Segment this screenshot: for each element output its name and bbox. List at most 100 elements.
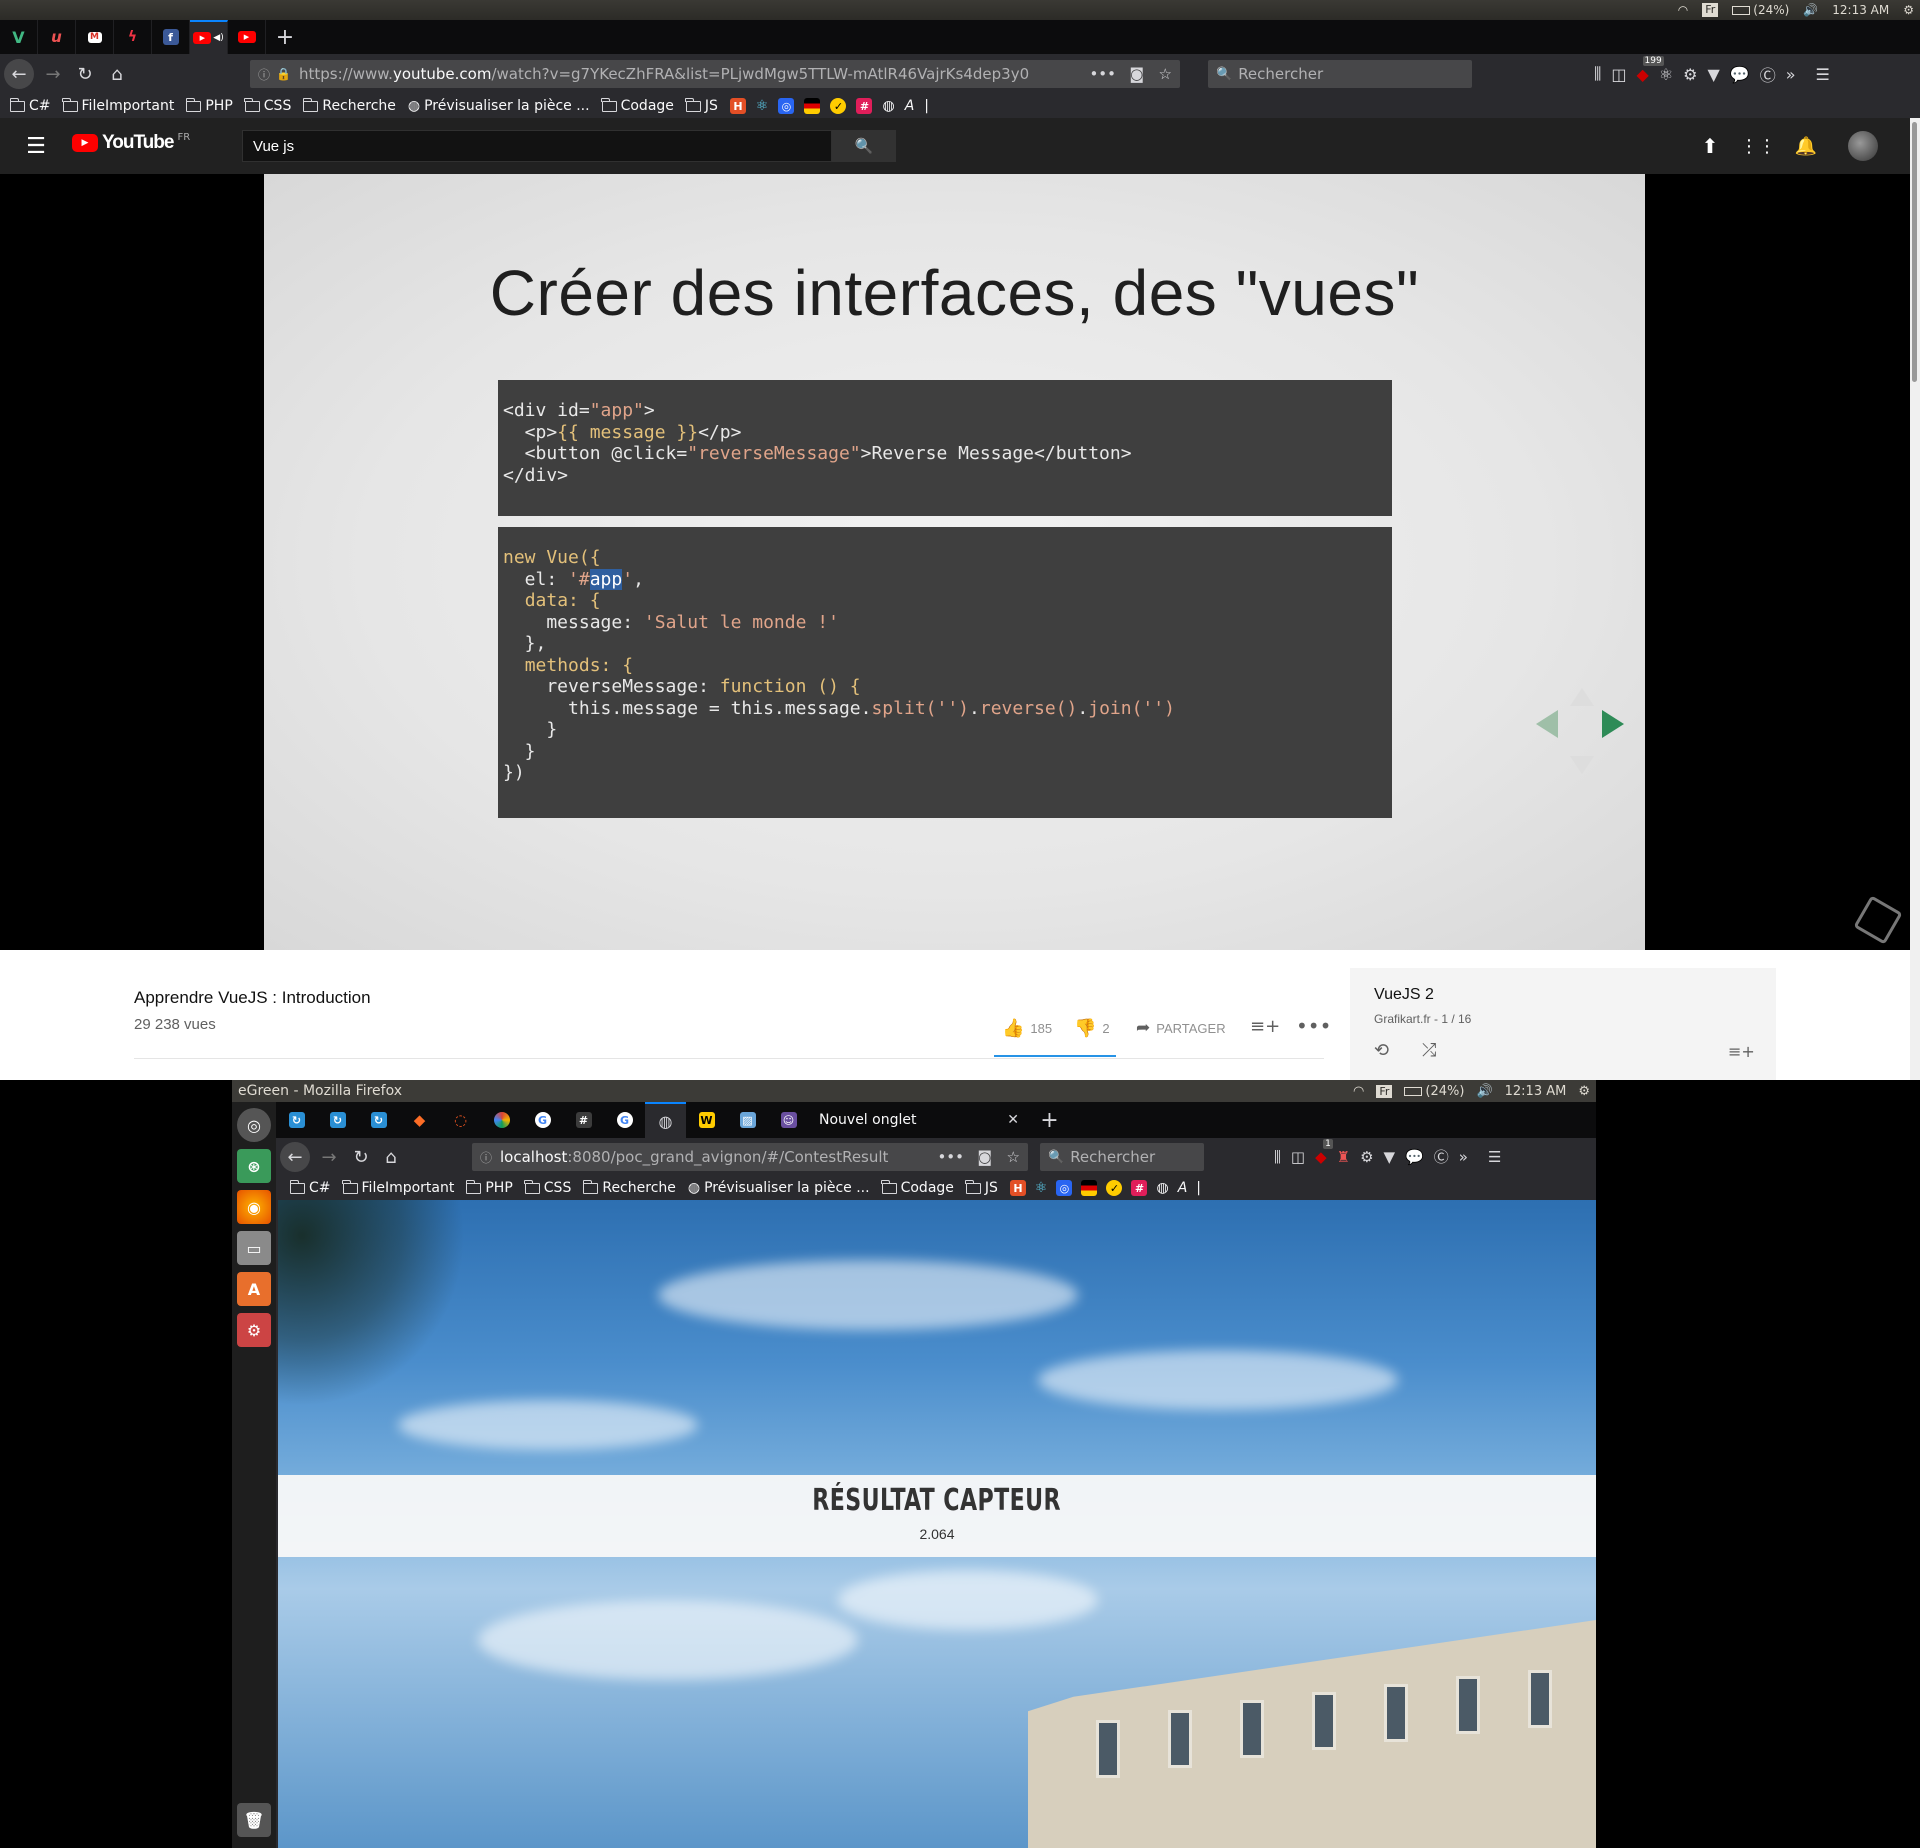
- menu-icon[interactable]: ☰: [1816, 65, 1830, 84]
- shuffle-icon[interactable]: ⤮: [1422, 1040, 1436, 1061]
- keyboard-layout[interactable]: Fr: [1376, 1084, 1393, 1098]
- more-actions-icon[interactable]: •••: [1296, 1014, 1331, 1038]
- url-bar[interactable]: ⓘ 🔒 https://www.youtube.com/watch?v=g7YK…: [250, 60, 1180, 88]
- apps-grid-icon[interactable]: ⋮⋮: [1740, 132, 1776, 160]
- menu-icon[interactable]: ☰: [1488, 1148, 1501, 1166]
- like-button[interactable]: 👍 185: [1002, 1018, 1052, 1039]
- bookmark-folder[interactable]: Recherche: [582, 1179, 676, 1196]
- tab-udemy[interactable]: u: [38, 20, 76, 54]
- info-icon[interactable]: ⓘ: [258, 66, 270, 83]
- tab-chrome[interactable]: [481, 1102, 522, 1138]
- playlist-title[interactable]: VueJS 2: [1374, 986, 1434, 1004]
- tab-globe[interactable]: ◍: [645, 1102, 686, 1138]
- grammarly-icon[interactable]: Ⓒ: [1760, 62, 1776, 86]
- chat-icon[interactable]: 💬: [1730, 65, 1750, 84]
- tab-new-tab-active[interactable]: Nouvel onglet ✕: [809, 1102, 1029, 1138]
- bookmark-link[interactable]: ◍ Prévisualiser la pièce ...: [688, 1180, 870, 1196]
- reload-button[interactable]: ↻: [70, 59, 100, 89]
- hash-icon[interactable]: #: [1131, 1180, 1148, 1196]
- home-button[interactable]: ⌂: [102, 59, 132, 89]
- back-button[interactable]: ←: [280, 1142, 310, 1172]
- new-tab-button[interactable]: +: [266, 20, 304, 54]
- gear-icon[interactable]: ⚙: [1903, 3, 1914, 17]
- grammarly-icon[interactable]: Ⓒ: [1434, 1146, 1449, 1167]
- wifi-icon[interactable]: ◠: [1678, 3, 1688, 17]
- tab-facebook[interactable]: f: [152, 20, 190, 54]
- tab-avatar[interactable]: ☺: [768, 1102, 809, 1138]
- script-icon[interactable]: A: [1178, 1180, 1188, 1196]
- volume-icon[interactable]: 🔊: [1803, 3, 1818, 17]
- home-button[interactable]: ⌂: [376, 1142, 406, 1172]
- flag-icon[interactable]: [1081, 1180, 1098, 1196]
- audio-playing-icon[interactable]: ◀): [213, 33, 223, 43]
- bookmark-star-icon[interactable]: ☆: [1007, 1148, 1020, 1166]
- keyboard-layout[interactable]: Fr: [1702, 3, 1719, 17]
- battery-indicator[interactable]: (24%): [1732, 3, 1789, 17]
- bookmark-folder[interactable]: PHP: [465, 1179, 513, 1196]
- battery-indicator[interactable]: (24%): [1404, 1084, 1464, 1099]
- slide-nav-down-icon[interactable]: [1570, 756, 1594, 774]
- tab-image[interactable]: ▨: [727, 1102, 768, 1138]
- sidebar-icon[interactable]: ◫: [1611, 65, 1626, 84]
- app-launcher-icon[interactable]: ⊛: [237, 1149, 271, 1183]
- page-actions-icon[interactable]: •••: [937, 1148, 964, 1166]
- bookmark-folder[interactable]: Recherche: [302, 97, 396, 114]
- forward-button[interactable]: →: [314, 1142, 344, 1172]
- chat-icon[interactable]: 💬: [1405, 1148, 1424, 1166]
- bookmark-folder[interactable]: CSS: [244, 97, 291, 114]
- css-bookmark-icon[interactable]: ◎: [778, 98, 795, 114]
- overflow-icon[interactable]: »: [1459, 1148, 1468, 1166]
- settings-icon[interactable]: ⚙: [1683, 65, 1697, 84]
- bookmark-folder[interactable]: C#: [9, 97, 51, 114]
- tab-vue[interactable]: V: [0, 20, 38, 54]
- tab-google-2[interactable]: G: [604, 1102, 645, 1138]
- bookmark-folder[interactable]: JS: [685, 97, 718, 114]
- css-bookmark-icon[interactable]: ◎: [1056, 1180, 1073, 1196]
- volume-icon[interactable]: 🔊: [1476, 1084, 1492, 1099]
- system-settings-icon[interactable]: ⚙: [237, 1313, 271, 1347]
- bookmark-folder[interactable]: FileImportant: [342, 1179, 454, 1196]
- clock[interactable]: 12:13 AM: [1505, 1084, 1567, 1099]
- extension-icon[interactable]: ♜: [1337, 1148, 1350, 1166]
- forward-button[interactable]: →: [38, 59, 68, 89]
- bookmark-folder[interactable]: PHP: [185, 97, 233, 114]
- bookmark-folder[interactable]: Codage: [601, 97, 674, 114]
- slide-nav-right-icon[interactable]: [1602, 710, 1624, 738]
- upload-icon[interactable]: ⬆: [1696, 132, 1724, 160]
- flag-icon[interactable]: [804, 98, 821, 114]
- react-icon[interactable]: ⚛: [1035, 1180, 1048, 1196]
- tab-1[interactable]: ↻: [276, 1102, 317, 1138]
- page-scrollbar[interactable]: [1910, 118, 1920, 1080]
- bookmark-link[interactable]: ◍ Prévisualiser la pièce ...: [408, 98, 590, 114]
- html5-icon[interactable]: H: [1009, 1180, 1026, 1196]
- slide-nav-left-icon[interactable]: [1536, 710, 1558, 738]
- ublock-icon[interactable]: ◆ 1: [1315, 1138, 1333, 1166]
- page-actions-icon[interactable]: •••: [1089, 65, 1116, 83]
- software-center-icon[interactable]: A: [237, 1272, 271, 1306]
- avatar[interactable]: [1848, 131, 1878, 161]
- react-icon[interactable]: ⚛: [756, 98, 769, 114]
- bookmark-folder[interactable]: CSS: [524, 1179, 571, 1196]
- pocket-icon[interactable]: ◙: [1129, 65, 1144, 83]
- tab-youtube-active[interactable]: ▶ ◀): [190, 20, 228, 54]
- wifi-icon[interactable]: ◠: [1353, 1084, 1364, 1099]
- dislike-button[interactable]: 👎 2: [1074, 1018, 1110, 1039]
- search-bar[interactable]: 🔍 Rechercher: [1208, 60, 1472, 88]
- tab-w[interactable]: W: [686, 1102, 727, 1138]
- settings-icon[interactable]: ⚙: [1360, 1148, 1373, 1166]
- youtube-search-button[interactable]: 🔍: [832, 130, 896, 162]
- search-bar-2[interactable]: 🔍 Rechercher: [1040, 1143, 1204, 1171]
- ubuntu-dash-icon[interactable]: ◎: [237, 1108, 271, 1142]
- globe-icon[interactable]: ◍: [882, 98, 894, 114]
- html5-icon[interactable]: H: [729, 98, 746, 114]
- info-icon[interactable]: ⓘ: [480, 1149, 492, 1166]
- add-to-playlist-icon[interactable]: ≡+: [1250, 1016, 1280, 1037]
- scrollbar-thumb[interactable]: [1912, 122, 1917, 382]
- bookmark-folder[interactable]: FileImportant: [62, 97, 174, 114]
- sidebar-icon[interactable]: ◫: [1291, 1148, 1305, 1166]
- tab-youtube[interactable]: ▶: [228, 20, 266, 54]
- notifications-bell-icon[interactable]: 🔔: [1792, 132, 1820, 160]
- hash-icon[interactable]: #: [856, 98, 873, 114]
- bookmark-folder[interactable]: C#: [289, 1179, 331, 1196]
- tab-google[interactable]: G: [522, 1102, 563, 1138]
